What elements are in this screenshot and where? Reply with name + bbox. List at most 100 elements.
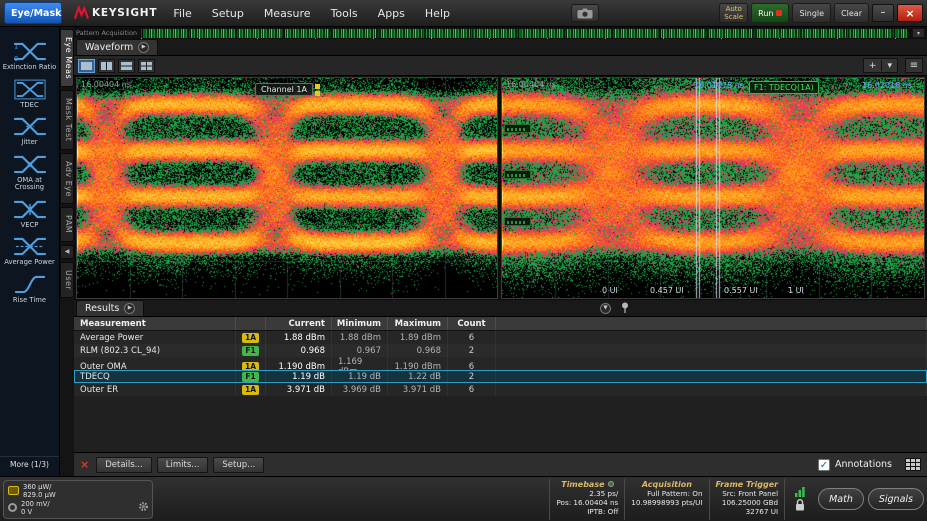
- menu-help[interactable]: Help: [425, 7, 450, 20]
- single-button[interactable]: Single: [792, 3, 831, 23]
- display-menu-button[interactable]: ≡: [905, 58, 923, 73]
- close-button[interactable]: ×: [897, 4, 923, 22]
- pin-icon[interactable]: [621, 302, 629, 314]
- menu-file[interactable]: File: [173, 7, 191, 20]
- frame-trigger-ui: 32767 UI: [716, 507, 779, 516]
- tab-waveform[interactable]: Waveform ▶: [76, 39, 158, 55]
- count-value: 6: [448, 383, 496, 396]
- tab-eye-meas[interactable]: Eye Meas: [60, 29, 74, 87]
- sidebar-item-vecp[interactable]: VECP: [2, 199, 58, 230]
- status-bar: 360 μW/ 829.0 μW 200 mV/ 0 V Timebase: [0, 476, 927, 521]
- average-power-icon: [14, 236, 46, 257]
- gear-icon[interactable]: [138, 501, 149, 515]
- table-row-outer-oma[interactable]: Outer OMA 1A 1.190 dBm 1.169 dBm 1.190 d…: [74, 357, 927, 370]
- math-button[interactable]: Math: [818, 488, 864, 510]
- tab-results[interactable]: Results ▶: [76, 300, 144, 316]
- tab-adv-eye[interactable]: Adv Eye: [60, 153, 74, 205]
- vecp-icon: [14, 199, 46, 220]
- results-collapse-button[interactable]: ▼: [600, 303, 611, 314]
- minimize-button[interactable]: –: [872, 4, 894, 22]
- auto-scale-button[interactable]: Auto Scale: [719, 3, 748, 23]
- menu-measure[interactable]: Measure: [264, 7, 311, 20]
- setup-button[interactable]: Setup...: [213, 457, 264, 473]
- ui-label-0: 0 UI: [602, 286, 618, 295]
- table-row-outer-er[interactable]: Outer ER 1A 3.971 dB 3.969 dB 3.971 dB 6: [74, 383, 927, 396]
- annotations-checkbox[interactable]: ✓: [818, 459, 830, 471]
- results-tab-bar: Results ▶ ▼: [74, 300, 927, 317]
- frame-trigger-panel[interactable]: Frame Trigger Src: Front Panel 106.25000…: [709, 479, 785, 520]
- channel-2-status[interactable]: 200 mV/ 0 V: [8, 500, 148, 516]
- sidebar-collapse-button[interactable]: ◀: [60, 245, 74, 259]
- details-button[interactable]: Details...: [96, 457, 152, 473]
- timebase-scale: 2.35 ps/: [556, 489, 618, 498]
- sidebar-item-label: OMA at Crossing: [2, 177, 58, 192]
- menu-tools[interactable]: Tools: [331, 7, 358, 20]
- tab-pam[interactable]: PAM: [60, 207, 74, 241]
- col-source: [236, 317, 266, 330]
- zoom-control-group: + ▾: [863, 58, 898, 73]
- channel-1a-color-swatch: [8, 486, 19, 495]
- sidebar-item-extinction-ratio[interactable]: 1 0 Extinction Ratio: [2, 41, 58, 72]
- current-value: 1.88 dBm: [266, 331, 332, 344]
- table-row-average-power[interactable]: Average Power 1A 1.88 dBm 1.88 dBm 1.89 …: [74, 331, 927, 344]
- menu-setup[interactable]: Setup: [212, 7, 244, 20]
- acquisition-panel[interactable]: Acquisition Full Pattern: On 10.98998993…: [624, 479, 708, 520]
- current-value: 1.19 dB: [266, 370, 332, 383]
- left-panel-timestamp: 16.00404 ns: [81, 80, 131, 89]
- sidebar-item-rise-time[interactable]: Rise Time: [2, 274, 58, 305]
- channel-status-cluster[interactable]: 360 μW/ 829.0 μW 200 mV/ 0 V: [3, 480, 153, 519]
- main-area: Pattern Acquisition ▾ Waveform ▶ +: [74, 27, 927, 476]
- sidebar-item-jitter[interactable]: Jitter: [2, 116, 58, 147]
- svg-text:1: 1: [14, 43, 18, 51]
- tab-mask-test[interactable]: Mask Test: [60, 90, 74, 149]
- eye-diagram-right-canvas[interactable]: [502, 78, 924, 298]
- menu-apps[interactable]: Apps: [378, 7, 405, 20]
- signals-button[interactable]: Signals: [868, 488, 924, 510]
- layout-split-horizontal-button[interactable]: [118, 59, 135, 73]
- eye-diagram-panel-left: 16.00404 ns Channel 1A: [76, 77, 498, 299]
- acquisition-pts-per-ui: 10.98998993 pts/UI: [631, 498, 702, 507]
- col-filler: [496, 317, 927, 330]
- timebase-panel[interactable]: Timebase 2.35 ps/ Pos: 16.00404 ns IPTB:…: [549, 479, 624, 520]
- table-row-tdecq[interactable]: TDECQ F1 1.19 dB 1.19 dB 1.22 dB 2: [74, 370, 927, 383]
- eye-diagram-left-canvas[interactable]: [77, 78, 497, 298]
- sidebar-item-label: Jitter: [21, 139, 37, 147]
- sidebar-item-tdec[interactable]: TDEC: [2, 79, 58, 110]
- lock-status-panel[interactable]: [784, 479, 814, 520]
- waveform-play-button[interactable]: ▶: [138, 42, 149, 53]
- maximum-value: 0.968: [388, 344, 448, 357]
- zoom-dropdown-button[interactable]: ▾: [882, 61, 897, 71]
- channel-1a-label[interactable]: Channel 1A: [255, 83, 313, 96]
- sidebar-item-average-power[interactable]: Average Power: [2, 236, 58, 267]
- minimum-value: 0.967: [332, 344, 388, 357]
- tdecq-function-label[interactable]: F1: TDECQ(1A): [749, 81, 819, 94]
- table-view-button[interactable]: [905, 458, 921, 471]
- channel-1a-status[interactable]: 360 μW/ 829.0 μW: [8, 483, 148, 499]
- zoom-in-button[interactable]: +: [864, 61, 882, 71]
- layout-quad-button[interactable]: [138, 59, 155, 73]
- pattern-overview-waveform[interactable]: [141, 29, 908, 38]
- clear-button[interactable]: Clear: [834, 3, 869, 23]
- limits-button[interactable]: Limits...: [157, 457, 209, 473]
- right-panel-timestamp-left: 16.00404 ns: [506, 80, 556, 89]
- run-button[interactable]: Run: [751, 3, 789, 23]
- keysight-spark-icon: [74, 6, 89, 20]
- layout-split-vertical-button[interactable]: [98, 59, 115, 73]
- current-value: 3.971 dB: [266, 383, 332, 396]
- table-row-rlm[interactable]: RLM (802.3 CL_94) F1 0.968 0.967 0.968 2: [74, 344, 927, 357]
- timebase-iptb: IPTB: Off: [556, 507, 618, 516]
- results-play-button[interactable]: ▶: [124, 303, 135, 314]
- eye-mask-mode-button[interactable]: Eye/Mask: [4, 2, 62, 24]
- layout-single-button[interactable]: [78, 59, 95, 73]
- menubar-right-controls: Auto Scale Run Single Clear – ×: [719, 3, 923, 23]
- pattern-strip-dropdown[interactable]: ▾: [912, 28, 925, 38]
- frame-trigger-title: Frame Trigger: [716, 480, 779, 489]
- sidebar-more-button[interactable]: More (1/3): [0, 456, 59, 472]
- delete-measurement-icon[interactable]: ×: [80, 458, 89, 471]
- tdec-icon: [14, 79, 46, 100]
- sidebar-item-oma-at-crossing[interactable]: OMA at Crossing: [2, 154, 58, 192]
- screenshot-button[interactable]: [571, 4, 599, 22]
- tab-user[interactable]: User: [60, 262, 74, 298]
- maximum-value: 1.89 dBm: [388, 331, 448, 344]
- measurement-name: Average Power: [74, 331, 236, 344]
